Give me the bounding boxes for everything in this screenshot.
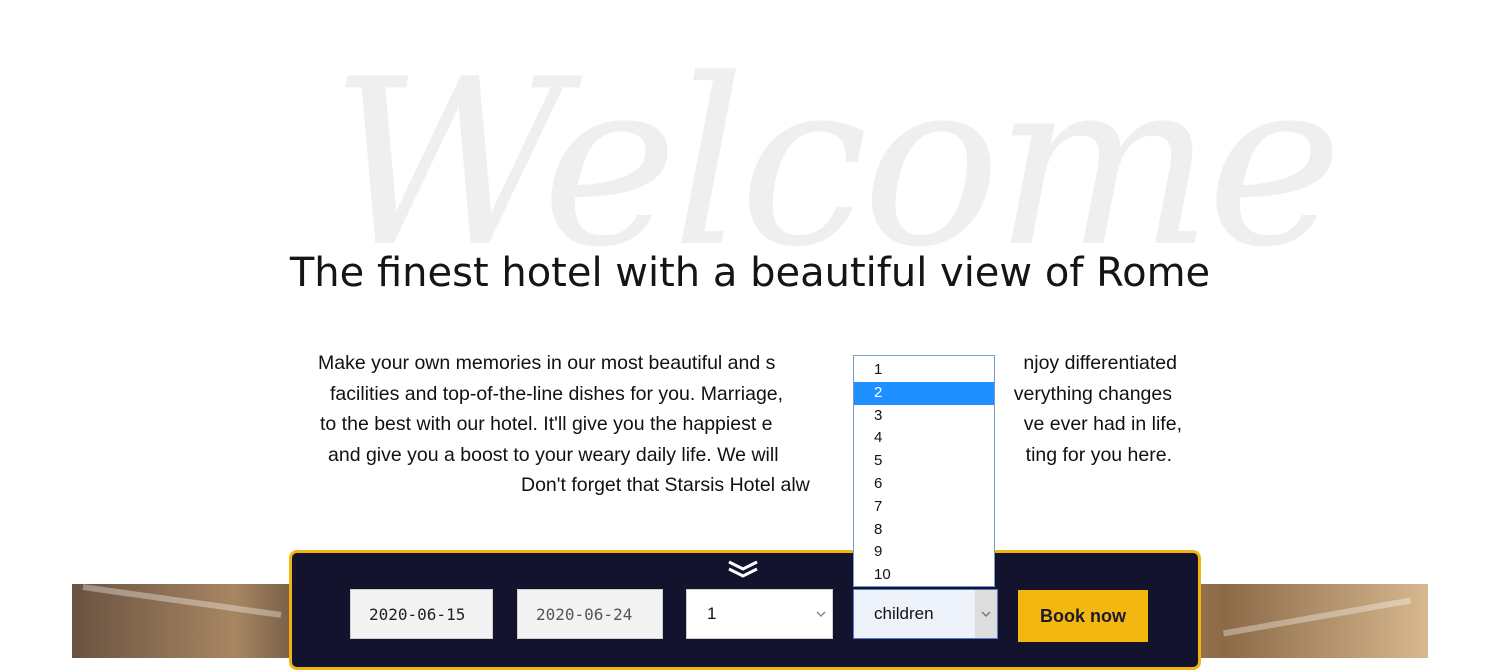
dropdown-option[interactable]: 7 xyxy=(854,496,994,519)
intro-line: ve ever had in life, xyxy=(1023,413,1182,435)
intro-line: verything changes xyxy=(1013,382,1172,405)
intro-line: to the best with our hotel. It'll give y… xyxy=(320,413,773,435)
checkin-date-input[interactable]: 2020-06-15 xyxy=(350,589,493,639)
intro-line: facilities and top-of-the-line dishes fo… xyxy=(330,382,784,405)
intro-line: and give you a boost to your weary daily… xyxy=(328,443,779,466)
children-dropdown-list: 1 2 3 4 5 6 7 8 9 10 xyxy=(853,355,995,587)
page-title: The finest hotel with a beautiful view o… xyxy=(289,250,1211,296)
intro-line: njoy differentiated xyxy=(1023,352,1177,374)
intro-line: ting for you here. xyxy=(1025,443,1172,466)
checkout-date-input[interactable]: 2020-06-24 xyxy=(517,589,663,639)
dropdown-option[interactable]: 9 xyxy=(854,541,994,564)
booking-bar: 2020-06-15 2020-06-24 1 children Book no… xyxy=(289,550,1201,670)
dropdown-option[interactable]: 6 xyxy=(854,473,994,496)
dropdown-option[interactable]: 5 xyxy=(854,450,994,473)
chevron-down-icon xyxy=(975,590,997,638)
intro-line: Make your own memories in our most beaut… xyxy=(318,352,776,374)
dropdown-option[interactable]: 3 xyxy=(854,405,994,428)
adults-select[interactable]: 1 xyxy=(686,589,833,639)
intro-line: Don't forget that Starsis Hotel alw xyxy=(521,474,810,496)
dropdown-option-selected[interactable]: 2 xyxy=(854,381,994,405)
children-select[interactable]: children xyxy=(853,589,998,639)
double-chevron-down-icon[interactable] xyxy=(726,559,760,579)
dropdown-option[interactable]: 4 xyxy=(854,427,994,450)
adults-select-value: 1 xyxy=(707,604,717,623)
children-select-value: children xyxy=(874,604,934,623)
chevron-down-icon xyxy=(810,590,832,638)
dropdown-option[interactable]: 10 xyxy=(854,564,994,587)
book-now-button[interactable]: Book now xyxy=(1018,590,1148,642)
dropdown-option[interactable]: 8 xyxy=(854,519,994,542)
dropdown-option[interactable]: 1 xyxy=(854,359,994,382)
